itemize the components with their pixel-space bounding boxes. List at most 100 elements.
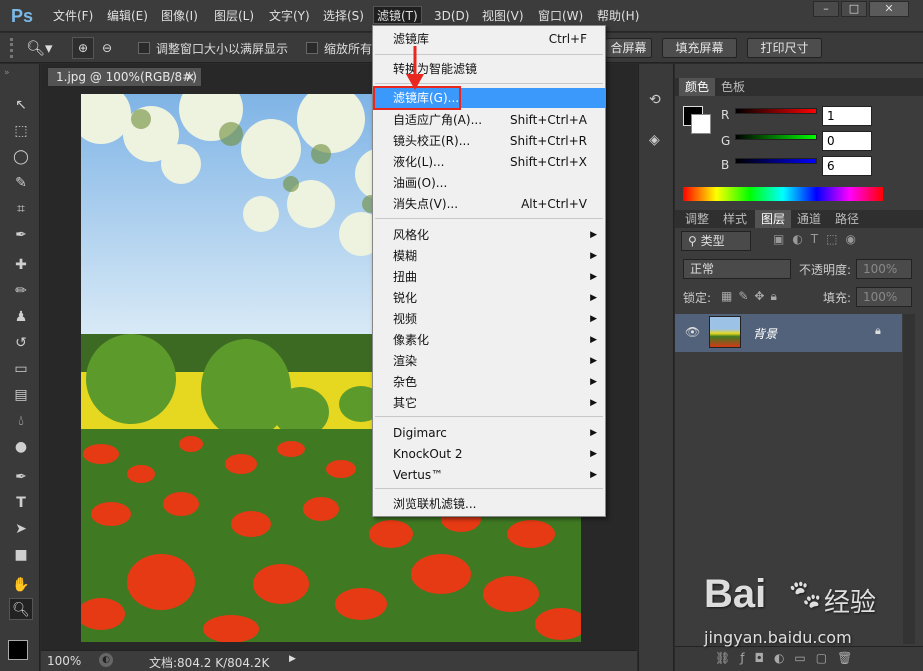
b-value-field[interactable]: 6: [822, 156, 872, 176]
path-select-tool-icon[interactable]: ➤: [9, 518, 33, 540]
tab-styles[interactable]: 样式: [717, 210, 753, 228]
eraser-tool-icon[interactable]: ▭: [9, 358, 33, 380]
menu-window[interactable]: 窗口(W): [535, 7, 586, 25]
submenu-arrow-icon: ▶: [590, 272, 597, 282]
menu-item-noise[interactable]: 杂色 ▶: [373, 372, 605, 392]
menu-filter[interactable]: 滤镜(T): [373, 6, 422, 24]
zoom-out-icon[interactable]: ⊖: [96, 37, 118, 59]
menu-item-lens-correction[interactable]: 镜头校正(R)... Shift+Ctrl+R: [373, 131, 605, 151]
layer-filter-dropdown[interactable]: ⚲ 类型: [681, 231, 751, 251]
tab-paths[interactable]: 路径: [829, 210, 865, 228]
g-label: G: [721, 134, 731, 148]
minimize-button[interactable]: –: [813, 1, 839, 17]
menu-type[interactable]: 文字(Y): [266, 7, 313, 25]
marquee-tool-icon[interactable]: ⬚: [9, 120, 33, 142]
history-brush-tool-icon[interactable]: ↺: [9, 332, 33, 354]
eye-icon[interactable]: 👁︎: [685, 325, 700, 339]
menu-item-vanishing-point[interactable]: 消失点(V)... Alt+Ctrl+V: [373, 194, 605, 214]
submenu-arrow-icon: ▶: [590, 449, 597, 459]
menu-edit[interactable]: 编辑(E): [104, 7, 151, 25]
tab-swatches[interactable]: 色板: [715, 78, 751, 96]
resize-window-checkbox[interactable]: [138, 42, 150, 54]
menu-item-knockout[interactable]: KnockOut 2 ▶: [373, 444, 605, 464]
fit-screen-button[interactable]: 合屏幕: [606, 38, 652, 58]
menu-item-video[interactable]: 视频 ▶: [373, 309, 605, 329]
color-bg-swatch[interactable]: [691, 114, 711, 134]
blur-tool-icon[interactable]: 💧︎: [9, 410, 33, 432]
foreground-color-swatch[interactable]: [8, 640, 28, 660]
menu-select[interactable]: 选择(S): [320, 7, 367, 25]
menu-image[interactable]: 图像(I): [158, 7, 201, 25]
menu-item-liquify[interactable]: 液化(L)... Shift+Ctrl+X: [373, 152, 605, 172]
print-size-button[interactable]: 打印尺寸: [747, 38, 822, 58]
opacity-field[interactable]: 100%: [856, 259, 912, 279]
menu-item-other[interactable]: 其它 ▶: [373, 393, 605, 413]
zoom-tool-icon[interactable]: 🔍︎: [9, 598, 33, 620]
properties-panel-icon[interactable]: ◈: [649, 132, 660, 148]
menu-item-sharpen[interactable]: 锐化 ▶: [373, 288, 605, 308]
menu-layer[interactable]: 图层(L): [211, 7, 257, 25]
filter-menu: 滤镜库 Ctrl+F 转换为智能滤镜 滤镜库(G)... 自适应广角(A)... S…: [372, 25, 606, 517]
type-tool-icon[interactable]: T: [9, 492, 33, 514]
b-slider[interactable]: [735, 158, 817, 164]
menu-item-stylize[interactable]: 风格化 ▶: [373, 225, 605, 245]
zoom-in-icon[interactable]: ⊕: [72, 37, 94, 59]
brush-tool-icon[interactable]: ✏: [9, 280, 33, 302]
r-value-field[interactable]: 1: [822, 106, 872, 126]
menu-item-render[interactable]: 渲染 ▶: [373, 351, 605, 371]
menu-file[interactable]: 文件(F): [50, 7, 96, 25]
close-window-button[interactable]: ✕: [869, 1, 909, 17]
layer-filter-icons[interactable]: ▣◐T⬚◉: [773, 232, 864, 246]
layer-row-background[interactable]: 👁︎ 背景 🔒︎: [675, 314, 902, 352]
crop-tool-icon[interactable]: ⌗: [9, 198, 33, 220]
lasso-tool-icon[interactable]: ◯: [9, 146, 33, 168]
dodge-tool-icon[interactable]: ●: [9, 436, 33, 458]
menu-item-distort[interactable]: 扭曲 ▶: [373, 267, 605, 287]
menu-item-pixelate[interactable]: 像素化 ▶: [373, 330, 605, 350]
color-spectrum-bar[interactable]: [683, 187, 883, 201]
move-tool-icon[interactable]: ↖: [9, 94, 33, 116]
pen-tool-icon[interactable]: ✒: [9, 466, 33, 488]
menu-help[interactable]: 帮助(H): [594, 7, 642, 25]
gradient-tool-icon[interactable]: ▤: [9, 384, 33, 406]
hand-tool-icon[interactable]: ✋: [9, 574, 33, 596]
g-value-field[interactable]: 0: [822, 131, 872, 151]
tab-layers[interactable]: 图层: [755, 210, 792, 228]
stamp-tool-icon[interactable]: ♟: [9, 306, 33, 328]
eyedropper-tool-icon[interactable]: ✒: [9, 224, 33, 246]
menu-item-oil-paint[interactable]: 油画(O)...: [373, 173, 605, 193]
menu-item-vertus[interactable]: Vertus™ ▶: [373, 465, 605, 485]
menu-3d[interactable]: 3D(D): [431, 7, 472, 25]
menu-item-adaptive-wide-angle[interactable]: 自适应广角(A)... Shift+Ctrl+A: [373, 110, 605, 130]
menu-item-digimarc[interactable]: Digimarc ▶: [373, 423, 605, 443]
r-slider[interactable]: [735, 108, 817, 114]
collapse-icon[interactable]: »: [4, 68, 10, 78]
zoom-level[interactable]: 100%: [47, 654, 81, 668]
tab-color[interactable]: 颜色: [679, 78, 716, 96]
maximize-button[interactable]: □: [841, 1, 867, 17]
menu-view[interactable]: 视图(V): [479, 7, 527, 25]
fill-field[interactable]: 100%: [856, 287, 912, 307]
history-panel-icon[interactable]: ⟲: [649, 92, 661, 108]
status-arrow-icon[interactable]: ▶: [289, 654, 296, 664]
tab-adjustments[interactable]: 调整: [679, 210, 715, 228]
quick-select-tool-icon[interactable]: ✎: [9, 172, 33, 194]
document-tab[interactable]: 1.jpg @ 100%(RGB/8#) ×: [47, 67, 202, 87]
b-label: B: [721, 158, 730, 172]
menu-item-blur[interactable]: 模糊 ▶: [373, 246, 605, 266]
layers-footer-icons[interactable]: ⛓ƒ◘◐▭▢🗑︎: [715, 651, 862, 665]
menu-item-browse-online-filters[interactable]: 浏览联机滤镜...: [373, 494, 605, 514]
zoom-all-checkbox[interactable]: [306, 42, 318, 54]
layer-name[interactable]: 背景: [753, 325, 777, 342]
close-tab-icon[interactable]: ×: [185, 68, 195, 86]
blend-mode-dropdown[interactable]: 正常: [683, 259, 791, 279]
shape-tool-icon[interactable]: ■: [9, 544, 33, 566]
tab-channels[interactable]: 通道: [791, 210, 827, 228]
lock-icons[interactable]: ▦✎✥🔒︎: [721, 289, 783, 304]
g-slider[interactable]: [735, 134, 817, 140]
layers-scrollbar[interactable]: [903, 314, 915, 644]
zoom-tool-preset-icon[interactable]: 🔍︎▾: [26, 37, 56, 59]
status-menu-icon[interactable]: ◐: [99, 653, 113, 667]
healing-brush-tool-icon[interactable]: ✚: [9, 254, 33, 276]
fill-screen-button[interactable]: 填充屏幕: [662, 38, 737, 58]
